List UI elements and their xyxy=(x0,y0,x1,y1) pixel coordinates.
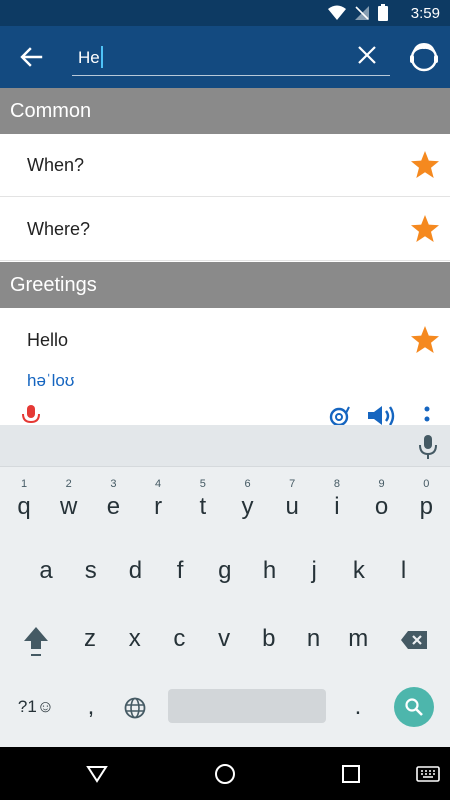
key-char: s xyxy=(84,557,97,584)
key-c[interactable]: c xyxy=(158,613,200,665)
key-char: e xyxy=(106,493,121,520)
phonetic-transcription: həˈloʊ xyxy=(27,371,75,390)
phrase-card-hello[interactable]: Hello həˈloʊ xyxy=(0,309,450,425)
key-char: y xyxy=(241,493,254,520)
key-j[interactable]: j xyxy=(293,545,335,597)
battery-icon xyxy=(378,4,388,21)
key-k[interactable]: k xyxy=(338,545,380,597)
slow-playback-snail-icon[interactable] xyxy=(326,405,350,425)
key-char: i xyxy=(334,493,340,520)
shift-key-icon[interactable] xyxy=(22,625,50,659)
nav-home-icon[interactable] xyxy=(214,763,236,785)
key-char: q xyxy=(17,493,31,520)
key-y[interactable]: 6y xyxy=(227,471,269,523)
star-icon[interactable] xyxy=(410,325,440,355)
phrase-row-where[interactable]: Where? xyxy=(0,198,450,261)
key-x[interactable]: x xyxy=(114,613,156,665)
key-char: v xyxy=(218,625,231,652)
key-l[interactable]: l xyxy=(383,545,425,597)
key-h[interactable]: h xyxy=(249,545,291,597)
key-o[interactable]: 9o xyxy=(361,471,403,523)
key-g[interactable]: g xyxy=(204,545,246,597)
key-w[interactable]: 2w xyxy=(48,471,90,523)
phrase-row-when[interactable]: When? xyxy=(0,134,450,197)
system-navigation-bar xyxy=(0,747,450,800)
key-char: m xyxy=(348,625,369,652)
star-icon[interactable] xyxy=(410,150,440,180)
key-char: a xyxy=(39,557,53,584)
soft-keyboard: 1q2w3e4r5t6y7u8i9o0p a s d f g h j k l z x c v b nm ?… xyxy=(0,425,450,747)
more-options-icon[interactable] xyxy=(424,405,430,425)
key-char: k xyxy=(352,557,365,584)
key-f[interactable]: f xyxy=(159,545,201,597)
no-signal-icon xyxy=(355,5,369,20)
key-b[interactable]: b xyxy=(248,613,290,665)
key-char: g xyxy=(218,557,232,584)
key-char: r xyxy=(154,493,163,520)
nav-recents-icon[interactable] xyxy=(342,765,360,783)
speaker-icon[interactable] xyxy=(366,405,396,425)
key-r[interactable]: 4r xyxy=(137,471,179,523)
key-char: o xyxy=(374,493,389,520)
key-char: x xyxy=(128,625,141,652)
voice-input-mic-icon[interactable] xyxy=(418,434,438,460)
search-field[interactable] xyxy=(72,40,390,76)
key-char: w xyxy=(60,493,78,520)
search-input[interactable] xyxy=(78,45,348,71)
back-arrow-icon[interactable] xyxy=(16,42,46,72)
key-v[interactable]: v xyxy=(203,613,245,665)
key-char: n xyxy=(306,625,321,652)
phrase-label: Where? xyxy=(27,219,91,239)
key-char: p xyxy=(419,493,433,520)
key-u[interactable]: 7u xyxy=(271,471,313,523)
key-char: l xyxy=(400,557,407,584)
key-p[interactable]: 0p xyxy=(405,471,447,523)
key-n[interactable]: n xyxy=(293,613,335,665)
status-bar: 3:59 xyxy=(0,0,450,26)
key-s[interactable]: s xyxy=(70,545,112,597)
section-header-greetings: Greetings xyxy=(0,262,450,308)
profile-avatar-icon[interactable] xyxy=(408,40,440,74)
symbols-key[interactable]: ?1☺ xyxy=(12,681,60,733)
key-a[interactable]: a xyxy=(25,545,67,597)
keyboard-switch-icon[interactable] xyxy=(416,766,440,782)
search-toolbar xyxy=(0,26,450,88)
nav-back-icon[interactable] xyxy=(86,765,108,783)
star-icon[interactable] xyxy=(410,214,440,244)
key-char: d xyxy=(128,557,143,584)
status-icons xyxy=(328,4,388,21)
backspace-key-icon[interactable] xyxy=(400,630,428,650)
space-key[interactable] xyxy=(168,689,326,723)
phrase-label: When? xyxy=(27,155,85,175)
text-cursor xyxy=(101,46,103,68)
key-char: h xyxy=(262,557,277,584)
suggestion-strip xyxy=(0,425,450,467)
key-char: c xyxy=(173,625,186,652)
microphone-icon[interactable] xyxy=(22,405,40,425)
key-char: z xyxy=(84,625,96,652)
key-e[interactable]: 3e xyxy=(92,471,134,523)
key-i[interactable]: 8i xyxy=(316,471,358,523)
section-header-common: Common xyxy=(0,88,450,134)
key-char: b xyxy=(262,625,276,652)
key-d[interactable]: d xyxy=(114,545,156,597)
key-char: f xyxy=(176,557,184,584)
clear-icon[interactable] xyxy=(356,44,378,66)
key-z[interactable]: z xyxy=(69,613,111,665)
comma-key[interactable]: , xyxy=(70,681,112,733)
key-char: j xyxy=(311,557,317,584)
period-key[interactable]: . xyxy=(337,681,379,733)
key-char: u xyxy=(285,493,299,520)
key-q[interactable]: 1q xyxy=(3,471,45,523)
status-time: 3:59 xyxy=(410,5,440,22)
key-m[interactable]: m xyxy=(337,613,379,665)
key-t[interactable]: 5t xyxy=(182,471,224,523)
language-globe-icon[interactable] xyxy=(124,697,146,719)
phrase-label: Hello xyxy=(27,330,69,350)
key-char: t xyxy=(199,493,207,520)
wifi-icon xyxy=(328,5,346,20)
search-icon xyxy=(405,698,423,716)
search-submit-key[interactable] xyxy=(394,687,434,727)
